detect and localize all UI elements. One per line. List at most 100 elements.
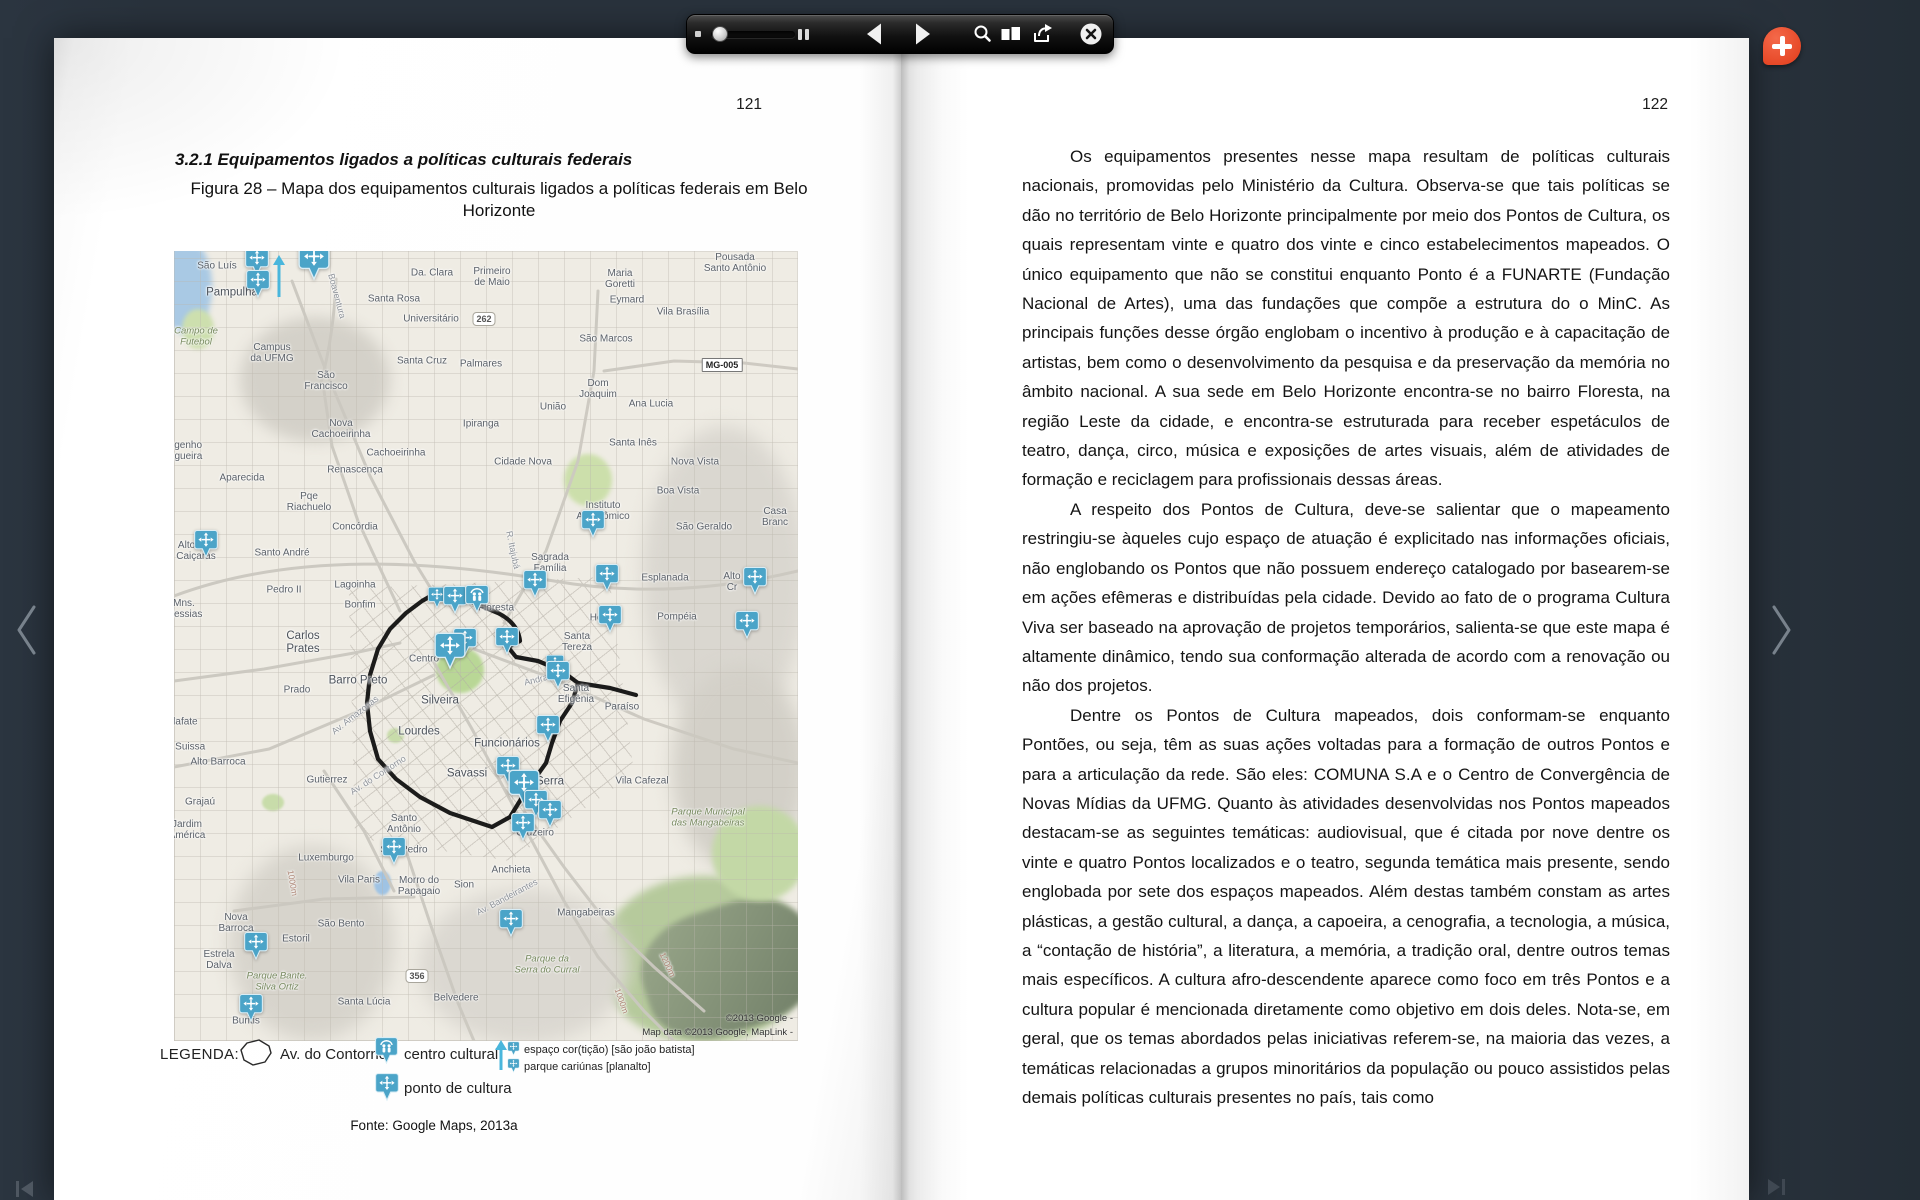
map-label: Concórdia — [332, 521, 378, 532]
terrain-east — [642, 426, 798, 731]
map-marker-ponto-de-cultura — [297, 251, 331, 282]
map-label: 1000m — [612, 987, 630, 1015]
map-marker-ponto-de-cultura — [537, 799, 563, 829]
map-marker-ponto-de-cultura — [245, 269, 271, 299]
viewer-toolbar — [686, 14, 1114, 54]
close-button[interactable] — [1079, 22, 1103, 46]
map-label: União — [540, 401, 566, 412]
previous-page-chevron[interactable] — [14, 604, 40, 656]
map-label: Belvedere — [433, 992, 478, 1003]
map-label: Av. do Contorno — [348, 753, 407, 796]
skip-to-first-button[interactable] — [14, 1178, 36, 1200]
figure-caption: Figura 28 – Mapa dos equipamentos cultur… — [187, 178, 811, 222]
map-label: Santa Rosa — [368, 293, 420, 304]
small-marker-icon — [507, 1058, 520, 1073]
next-page-button[interactable] — [909, 22, 933, 46]
zoom-out-icon[interactable] — [695, 31, 701, 37]
map-label: Santa Lúcia — [338, 996, 391, 1007]
offmap-direction-arrow — [272, 255, 286, 304]
terrain-east — [672, 666, 798, 871]
map-label: Pousada Santo Antônio — [704, 252, 766, 274]
legend-title: LEGENDA: — [160, 1046, 239, 1063]
map-label: Santa Cruz — [397, 355, 447, 366]
map-label: Casa Branc — [762, 506, 788, 528]
map-marker-ponto-de-cultura — [510, 812, 536, 842]
road-shield: 262 — [472, 312, 495, 326]
share-icon[interactable] — [1031, 22, 1055, 46]
section-heading: 3.2.1 Equipamentos ligados a políticas c… — [175, 150, 632, 170]
map-label: Universitário — [403, 313, 459, 324]
map-label: Parque Bante. Silva Ortiz — [247, 971, 308, 992]
map-marker-ponto-de-cultura — [742, 566, 768, 596]
map-label: Vila Cafezal — [615, 775, 668, 786]
legend-contorno-label: Av. do Contorno — [280, 1046, 387, 1063]
map-marker-ponto-de-cultura — [597, 604, 623, 634]
map-marker-ponto-de-cultura — [193, 529, 219, 559]
map-label: Silveira — [421, 695, 459, 708]
map-label: Maria Goretti — [605, 268, 635, 290]
paragraph: Dentre os Pontos de Cultura mapeados, do… — [1022, 701, 1670, 1113]
map-label: Estrela Dalva — [203, 949, 234, 971]
map-label: Estoril — [282, 933, 310, 944]
map-label: Santa Inês — [609, 437, 657, 448]
previous-page-button[interactable] — [864, 22, 888, 46]
legend-ponto-cultura-label: ponto de cultura — [404, 1080, 512, 1097]
map-label: Esplanada — [641, 572, 688, 583]
map-label: Santa Tereza — [562, 631, 592, 653]
water-reservoir — [374, 871, 391, 895]
page-thumbnails-icon[interactable] — [999, 22, 1023, 46]
map-label: Gutierrez — [306, 774, 347, 785]
map-label: Campus da UFMG — [250, 342, 293, 364]
paragraph: A respeito dos Pontos de Cultura, deve-s… — [1022, 495, 1670, 701]
map-label: Paraíso — [605, 701, 639, 712]
map-label: Campo de Futebol — [174, 326, 218, 347]
map-marker-ponto-de-cultura — [381, 836, 407, 866]
map-copyright-line1: ©2013 Google - — [726, 1013, 793, 1024]
map-label: Da. Clara — [411, 267, 453, 278]
map-marker-centro-cultural — [464, 584, 490, 614]
water-pampulha — [174, 251, 212, 334]
map-label: Nova Vista — [671, 456, 719, 467]
map-label: a Suissa — [174, 741, 205, 752]
map-label: São Luís — [197, 260, 236, 271]
map-label: Ana Lucia — [629, 398, 673, 409]
figure-source: Fonte: Google Maps, 2013a — [284, 1118, 584, 1133]
map-label: Jardim América — [174, 819, 205, 841]
map-label: Prado — [284, 684, 311, 695]
map-label: Av. Amazonas — [330, 694, 381, 737]
map-marker-ponto-de-cultura — [498, 908, 524, 938]
book-spread: 121 3.2.1 Equipamentos ligados a polític… — [54, 38, 1749, 1200]
park-green — [262, 794, 284, 811]
map-label: Morro do Papagaio — [398, 875, 440, 897]
map-marker-ponto-de-cultura — [494, 626, 520, 656]
contorno-route — [174, 251, 798, 1041]
map-marker-ponto-de-cultura — [243, 931, 269, 961]
skip-to-last-button[interactable] — [1765, 1176, 1787, 1198]
map-label: Sion — [454, 879, 474, 890]
map-label: São Marcos — [579, 333, 632, 344]
map-label: Engenho Nogueira — [174, 440, 202, 462]
map-label: Grajaú — [185, 796, 215, 807]
park-green — [387, 728, 404, 743]
viewer-background: 121 3.2.1 Equipamentos ligados a polític… — [0, 0, 1920, 1200]
offmap-arrow-icon — [494, 1040, 508, 1072]
zoom-slider-knob[interactable] — [712, 26, 728, 42]
next-page-chevron[interactable] — [1768, 604, 1794, 656]
add-button[interactable] — [1763, 27, 1801, 65]
road-shield: 356 — [405, 969, 428, 983]
map-label: Mangabeiras — [557, 907, 615, 918]
map-label: Pqe Riachuelo — [287, 491, 331, 513]
search-icon[interactable] — [971, 22, 995, 46]
map-label: Renascença — [327, 464, 383, 475]
map-copyright-line2: Map data ©2013 Google, MapLink - — [642, 1027, 793, 1038]
map-label: Alto Cr — [723, 571, 740, 593]
terrain-south — [419, 889, 629, 1041]
zoom-in-icon[interactable] — [798, 29, 810, 40]
map-label: Parque Municipal das Mangabeiras — [671, 807, 744, 828]
hill-ufmg — [240, 317, 390, 442]
map-label: Funcionários — [474, 738, 540, 751]
map-label: Aparecida — [219, 472, 264, 483]
map-figure: ©2013 Google - Map data ©2013 Google, Ma… — [174, 251, 798, 1041]
contorno-outline-icon — [238, 1038, 274, 1068]
park-green — [182, 309, 214, 349]
